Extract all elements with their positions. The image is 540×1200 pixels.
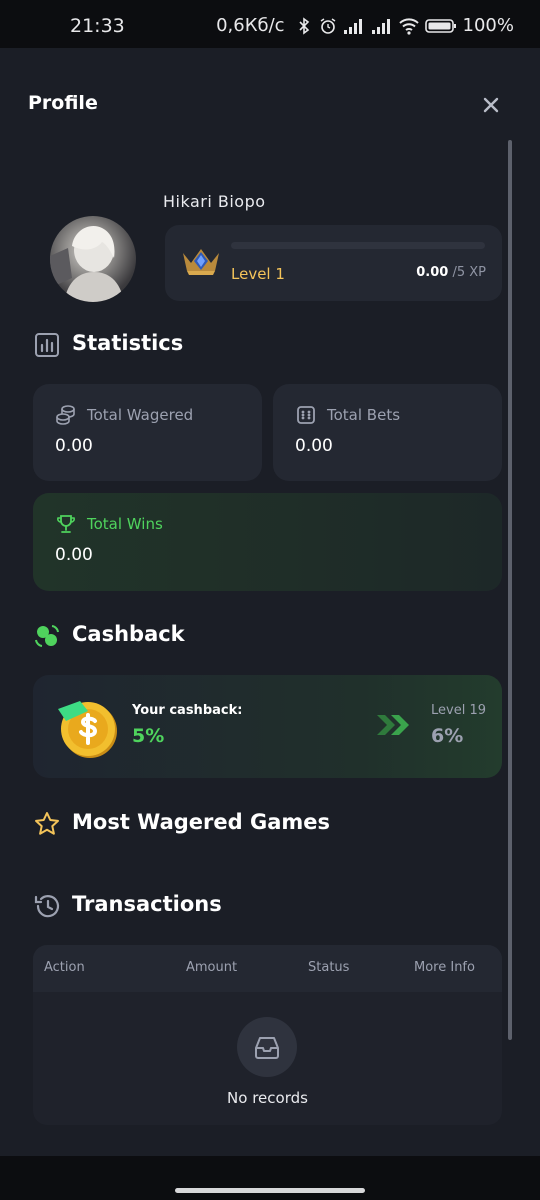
total-wins-card: Total Wins 0.00 [33, 493, 502, 591]
scrollbar[interactable] [508, 140, 512, 1040]
transactions-title: Transactions [72, 892, 222, 916]
cashback-title: Cashback [72, 622, 185, 646]
coins-stack-icon [56, 405, 75, 425]
most-wagered-title: Most Wagered Games [72, 810, 331, 834]
double-chevron-right-icon [377, 715, 409, 735]
empty-state-icon [237, 1017, 297, 1077]
profile-panel: Profile Hikari Biopo Level 1 0.00 /5 XP … [0, 48, 540, 1156]
star-icon [35, 812, 59, 835]
table-header: Action Amount Status More Info [33, 945, 502, 992]
signal-icon [343, 18, 362, 34]
status-time: 21:33 [70, 15, 125, 37]
dollar-coin-icon [58, 701, 117, 758]
bar-chart-icon [35, 333, 59, 357]
close-icon[interactable] [480, 94, 502, 116]
total-bets-value: 0.00 [295, 436, 333, 456]
bluetooth-icon [298, 16, 309, 35]
column-header-more-info: More Info [414, 960, 475, 975]
xp-progress-bar [231, 242, 485, 249]
your-cashback-label: Your cashback: [132, 703, 243, 718]
panel-title: Profile [28, 92, 98, 114]
total-wagered-value: 0.00 [55, 436, 93, 456]
xp-value: 0.00 /5 XP [416, 265, 486, 280]
avatar [50, 216, 136, 302]
next-level-label: Level 19 [431, 703, 486, 718]
cashback-card: Your cashback: 5% Level 19 6% [33, 675, 502, 778]
alarm-icon [320, 17, 335, 34]
your-cashback-value: 5% [132, 725, 165, 747]
battery-percent: 100% [462, 15, 514, 36]
level-badge-icon [183, 249, 219, 275]
level-label: Level 1 [231, 265, 285, 283]
total-bets-card: Total Bets 0.00 [273, 384, 502, 481]
battery-icon [424, 18, 456, 33]
history-icon [34, 895, 60, 918]
empty-state-text: No records [227, 1089, 308, 1107]
network-speed: 0,6Кб/с [216, 15, 285, 36]
cashback-icon [35, 625, 59, 647]
status-icons: 0,6Кб/с 100% [216, 15, 514, 36]
total-bets-label: Total Bets [327, 406, 401, 424]
signal-icon [371, 18, 390, 34]
wifi-icon [398, 17, 419, 35]
inbox-tray-icon [255, 1037, 279, 1059]
column-header-action: Action [44, 960, 85, 975]
home-gesture-handle[interactable] [175, 1188, 365, 1193]
username: Hikari Biopo [163, 192, 266, 211]
total-wagered-card: Total Wagered 0.00 [33, 384, 262, 481]
transactions-table: Action Amount Status More Info No record… [33, 945, 502, 1125]
column-header-amount: Amount [186, 960, 238, 975]
total-wins-value: 0.00 [55, 545, 93, 565]
trophy-icon [57, 515, 75, 533]
dice-icon [297, 406, 315, 424]
total-wagered-label: Total Wagered [87, 406, 194, 424]
status-bar: 21:33 0,6Кб/с 100% [0, 0, 540, 48]
statistics-title: Statistics [72, 331, 184, 355]
total-wins-label: Total Wins [87, 515, 163, 533]
next-level-cashback: 6% [431, 725, 464, 747]
level-card: Level 1 0.00 /5 XP [165, 225, 502, 301]
system-nav-bar [0, 1156, 540, 1200]
column-header-status: Status [308, 960, 350, 975]
